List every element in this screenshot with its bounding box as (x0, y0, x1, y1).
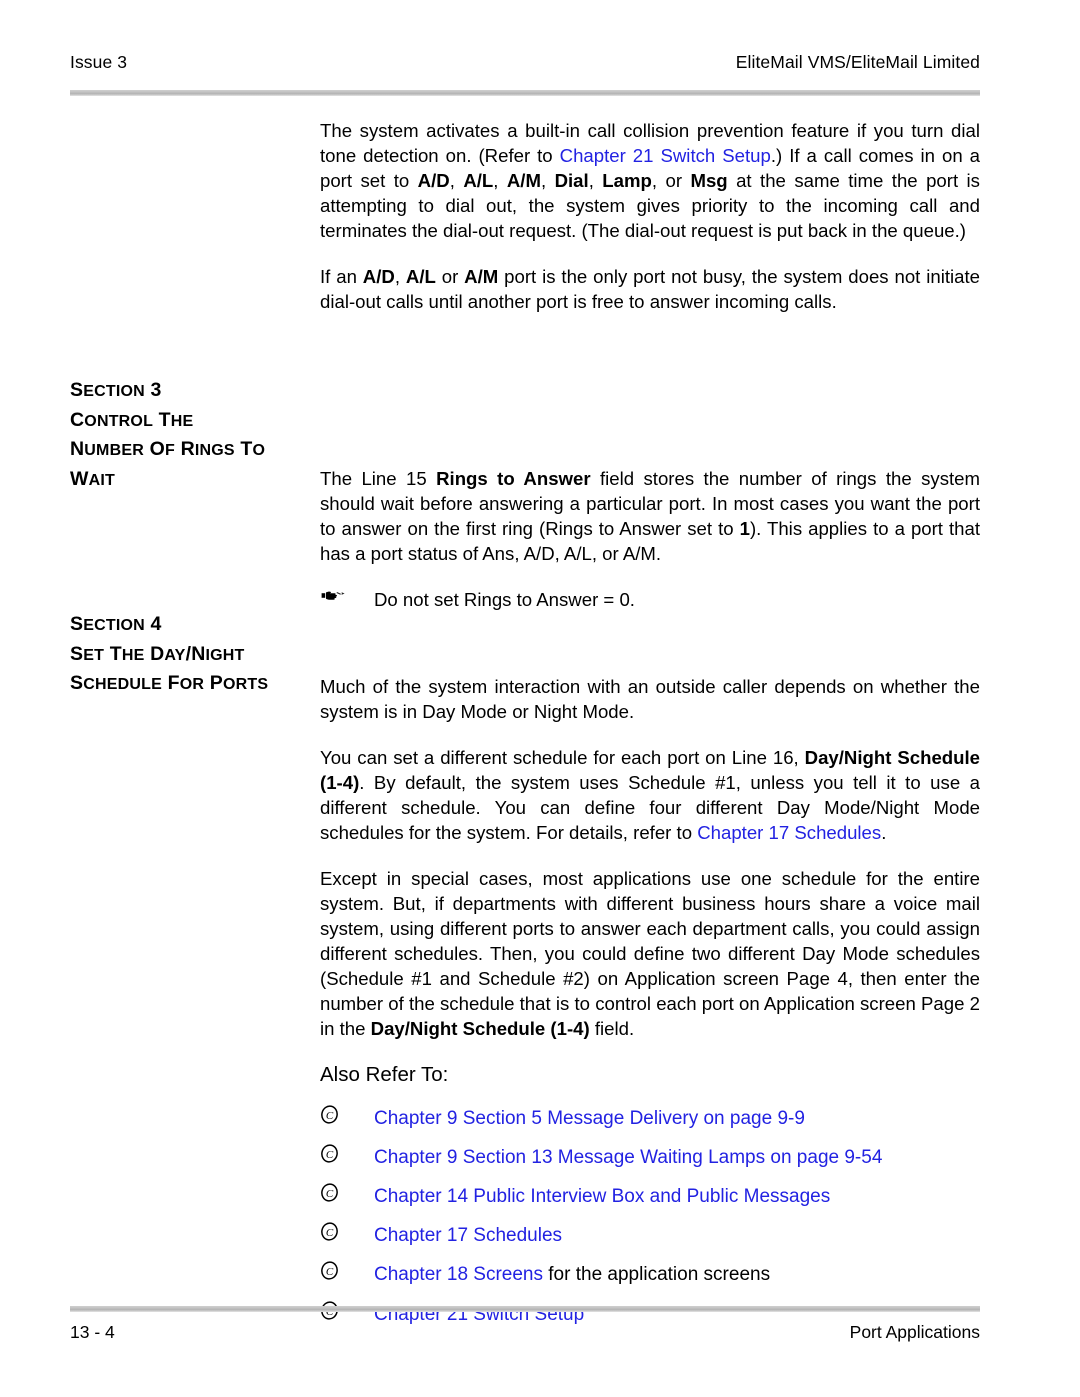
intro-block: The system activates a built-in call col… (320, 118, 980, 314)
term-day-night-schedule: Day/Night Schedule (1-4) (370, 1018, 590, 1039)
term-am: A/M (506, 170, 541, 191)
term-rings-to-answer: Rings to Answer (436, 468, 591, 489)
section-3-note-text: Do not set Rings to Answer = 0. (374, 589, 635, 610)
svg-text:C: C (326, 1266, 334, 1278)
text-run: Except in special cases, most applicatio… (320, 868, 980, 1039)
section-4-heading-line-1: SECTION 4 (70, 613, 162, 635)
text-run: You can set a different schedule for eac… (320, 747, 805, 768)
list-item[interactable]: C Chapter 9 Section 13 Message Waiting L… (320, 1144, 980, 1171)
list-item-text: Chapter 9 Section 5 Message Delivery on … (374, 1107, 805, 1132)
term-am: A/M (464, 266, 499, 287)
reference-link[interactable]: Chapter 18 Screens (374, 1264, 543, 1285)
circled-c-icon: C (320, 1144, 374, 1163)
text-run: If an (320, 266, 363, 287)
svg-text:C: C (326, 1110, 334, 1122)
section-3-heading-line-1: SECTION 3 (70, 379, 162, 401)
running-footer: 13 - 4 Port Applications (70, 1322, 980, 1343)
circled-c-icon: C (320, 1183, 374, 1202)
list-item[interactable]: C Chapter 18 Screens for the application… (320, 1261, 980, 1288)
list-item[interactable]: C Chapter 17 Schedules (320, 1222, 980, 1249)
pointing-hand-icon (320, 587, 374, 612)
term-ad: A/D (417, 170, 450, 191)
text-run: , (588, 170, 603, 191)
svg-text:C: C (326, 1227, 334, 1239)
intro-paragraph-1: The system activates a built-in call col… (320, 118, 980, 243)
term-ad: A/D (362, 266, 395, 287)
list-item-text: Chapter 17 Schedules (374, 1224, 562, 1249)
intro-paragraph-2: If an A/D, A/L or A/M port is the only p… (320, 264, 980, 314)
text-run: The Line 15 (320, 468, 437, 489)
footer-page-number: 13 - 4 (70, 1322, 115, 1342)
document-page: Issue 3 EliteMail VMS/EliteMail Limited … (0, 0, 1080, 1397)
text-run: , or (651, 170, 691, 191)
header-divider-rule (70, 90, 980, 96)
text-run: , (540, 170, 555, 191)
term-lamp: Lamp (602, 170, 652, 191)
list-item[interactable]: C Chapter 14 Public Interview Box and Pu… (320, 1183, 980, 1210)
reference-link[interactable]: Chapter 9 Section 13 Message Waiting Lam… (374, 1147, 882, 1168)
reference-link[interactable]: Chapter 9 Section 5 Message Delivery on … (374, 1108, 805, 1129)
list-item-text: Chapter 9 Section 13 Message Waiting Lam… (374, 1146, 882, 1171)
section-3-note: Do not set Rings to Answer = 0. (320, 587, 980, 612)
text-run: , (394, 266, 406, 287)
section-3-heading: SECTION 3 CONTROL THE NUMBER OF RINGS TO… (70, 376, 315, 495)
section-4-paragraph-3: Except in special cases, most applicatio… (320, 866, 980, 1041)
section-4-paragraph-2: You can set a different schedule for eac… (320, 745, 980, 845)
list-item-text: Chapter 14 Public Interview Box and Publ… (374, 1185, 830, 1210)
header-issue: Issue 3 (70, 52, 128, 72)
section-4-body: Much of the system interaction with an o… (320, 674, 980, 1340)
header-product-title: EliteMail VMS/EliteMail Limited (735, 52, 980, 72)
section-4-heading: SECTION 4 SET THE DAY/NIGHT SCHEDULE FOR… (70, 610, 315, 699)
section-3-body: The Line 15 Rings to Answer field stores… (320, 466, 980, 633)
text-run: . (881, 822, 887, 843)
svg-text:C: C (326, 1188, 334, 1200)
section-3-heading-line-4: WAIT (70, 467, 115, 490)
also-refer-to-heading: Also Refer To: (320, 1063, 449, 1086)
term-value-1: 1 (739, 518, 750, 539)
reference-trailing: for the application screens (543, 1264, 771, 1286)
section-4-heading-line-3: SCHEDULE FOR PORTS (70, 672, 269, 695)
section-3-paragraph-1: The Line 15 Rings to Answer field stores… (320, 466, 980, 566)
reference-link[interactable]: Chapter 17 Schedules (374, 1225, 562, 1246)
section-3-heading-line-3: NUMBER OF RINGS TO (70, 438, 266, 461)
term-dial: Dial (554, 170, 589, 191)
footer-divider-rule (70, 1306, 980, 1312)
reference-link[interactable]: Chapter 14 Public Interview Box and Publ… (374, 1186, 830, 1207)
text-run: , (493, 170, 507, 191)
circled-c-icon: C (320, 1222, 374, 1241)
text-run: , (449, 170, 464, 191)
svg-text:C: C (326, 1149, 334, 1161)
section-4-paragraph-1: Much of the system interaction with an o… (320, 676, 980, 722)
footer-chapter-title: Port Applications (849, 1322, 980, 1342)
text-run: field. (589, 1018, 635, 1039)
section-3-heading-line-2: CONTROL THE (70, 408, 194, 431)
also-refer-to-list: C Chapter 9 Section 5 Message Delivery o… (320, 1105, 980, 1328)
circled-c-icon: C (320, 1105, 374, 1124)
list-item-text: Chapter 18 Screens for the application s… (374, 1263, 770, 1288)
link-chapter-21-switch-setup[interactable]: Chapter 21 Switch Setup (560, 145, 771, 166)
link-chapter-17-schedules[interactable]: Chapter 17 Schedules (697, 822, 881, 843)
list-item[interactable]: C Chapter 9 Section 5 Message Delivery o… (320, 1105, 980, 1132)
term-msg: Msg (690, 170, 728, 191)
section-4-heading-line-2: SET THE DAY/NIGHT (70, 642, 245, 665)
circled-c-icon: C (320, 1261, 374, 1281)
term-al: A/L (405, 266, 436, 287)
text-run: or (435, 266, 465, 287)
running-header: Issue 3 EliteMail VMS/EliteMail Limited (70, 52, 980, 73)
term-al: A/L (463, 170, 494, 191)
